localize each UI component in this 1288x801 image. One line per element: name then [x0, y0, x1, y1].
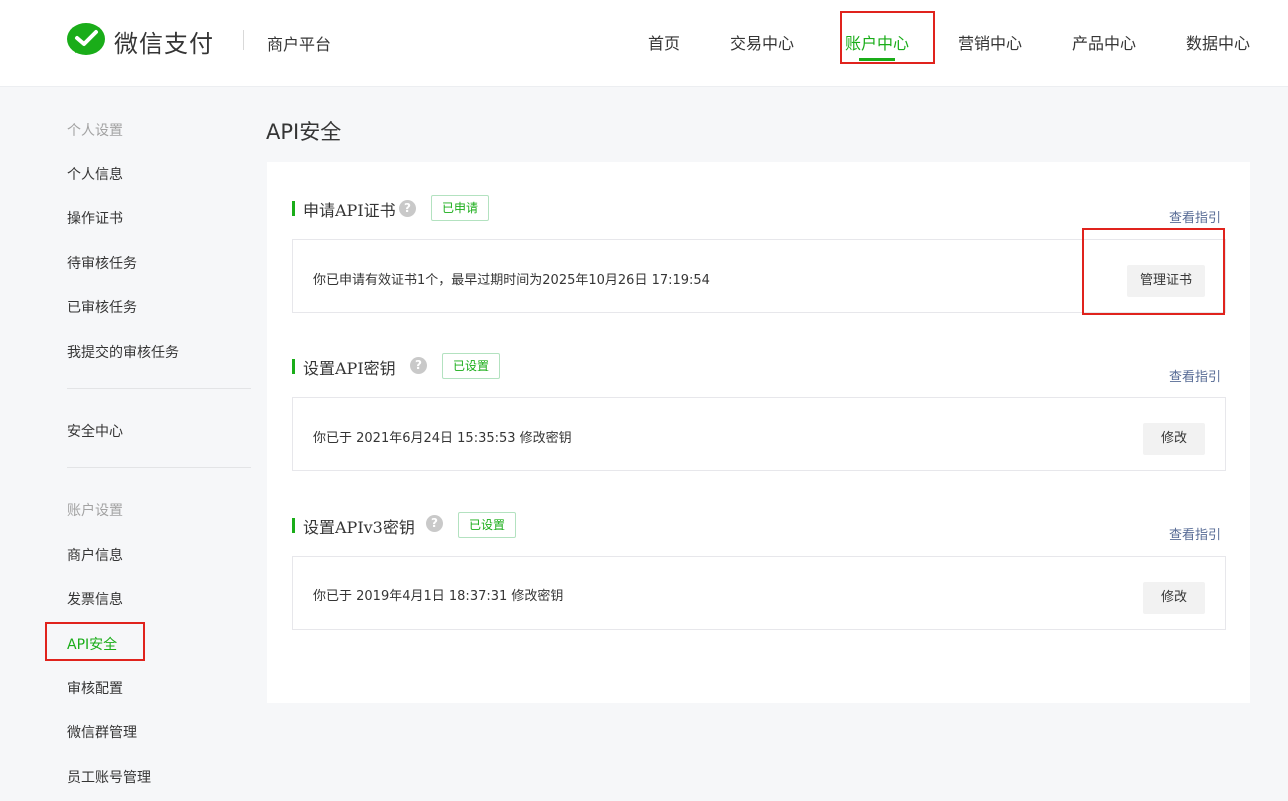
modify-api-key-button[interactable]: 修改: [1143, 423, 1205, 455]
api-key-box: 你已于 2021年6月24日 15:35:53 修改密钥 修改: [292, 397, 1226, 471]
apiv3-key-box: 你已于 2019年4月1日 18:37:31 修改密钥 修改: [292, 556, 1226, 630]
section-marker: [292, 201, 295, 216]
brand-name: 微信支付: [114, 30, 214, 58]
nav-home[interactable]: 首页: [648, 30, 680, 54]
guide-link-api-cert[interactable]: 查看指引: [1169, 207, 1221, 226]
highlight-nav-account: [840, 11, 935, 64]
status-badge-set: 已设置: [458, 512, 517, 538]
section-title-api-cert: 申请API证书: [303, 201, 396, 220]
sidebar-item-security-center[interactable]: 安全中心: [67, 421, 123, 441]
platform-name: 商户平台: [267, 35, 332, 54]
highlight-manage-cert: [1082, 228, 1225, 315]
question-mark-icon[interactable]: ?: [410, 357, 427, 374]
top-header: 微信支付 商户平台 首页 交易中心 账户中心 营销中心 产品中心 数据中心: [0, 0, 1288, 87]
nav-products[interactable]: 产品中心: [1072, 30, 1136, 54]
section-marker: [292, 518, 295, 533]
section-marker: [292, 359, 295, 374]
question-mark-icon[interactable]: ?: [426, 515, 443, 532]
nav-marketing[interactable]: 营销中心: [958, 30, 1022, 54]
nav-transactions[interactable]: 交易中心: [730, 30, 794, 54]
guide-link-api-key[interactable]: 查看指引: [1169, 366, 1221, 385]
sidebar-group-account: 账户设置: [67, 503, 123, 519]
apiv3-key-info-text: 你已于 2019年4月1日 18:37:31 修改密钥: [313, 589, 564, 604]
api-key-info-text: 你已于 2021年6月24日 15:35:53 修改密钥: [313, 431, 572, 446]
wechat-pay-logo-icon[interactable]: [66, 22, 106, 58]
modify-apiv3-key-button[interactable]: 修改: [1143, 582, 1205, 614]
sidebar-item-review-config[interactable]: 审核配置: [67, 678, 123, 698]
sidebar-item-invoice-info[interactable]: 发票信息: [67, 589, 123, 609]
sidebar-item-operation-cert[interactable]: 操作证书: [67, 208, 123, 228]
nav-data[interactable]: 数据中心: [1186, 30, 1250, 54]
question-mark-icon[interactable]: ?: [399, 200, 416, 217]
api-cert-info-text: 你已申请有效证书1个，最早过期时间为2025年10月26日 17:19:54: [313, 273, 710, 288]
sidebar-divider: [67, 467, 251, 468]
sidebar-item-pending-review[interactable]: 待审核任务: [67, 253, 137, 273]
sidebar-item-merchant-info[interactable]: 商户信息: [67, 545, 123, 565]
brand-divider: [243, 30, 244, 50]
status-badge-set: 已设置: [442, 353, 501, 379]
sidebar-divider: [67, 388, 251, 389]
sidebar-group-personal: 个人设置: [67, 123, 123, 139]
sidebar-item-personal-info[interactable]: 个人信息: [67, 164, 123, 184]
sidebar-item-wechat-group[interactable]: 微信群管理: [67, 722, 137, 742]
section-title-apiv3-key: 设置APIv3密钥: [303, 518, 415, 537]
highlight-api-security: [45, 622, 145, 661]
page-title: API安全: [266, 120, 342, 144]
guide-link-apiv3-key[interactable]: 查看指引: [1169, 524, 1221, 543]
sidebar-item-reviewed[interactable]: 已审核任务: [67, 297, 137, 317]
sidebar-item-my-submitted[interactable]: 我提交的审核任务: [67, 342, 179, 362]
sidebar-item-staff-accounts[interactable]: 员工账号管理: [67, 767, 151, 787]
section-title-api-key: 设置API密钥: [303, 359, 396, 378]
status-badge-applied: 已申请: [431, 195, 490, 221]
